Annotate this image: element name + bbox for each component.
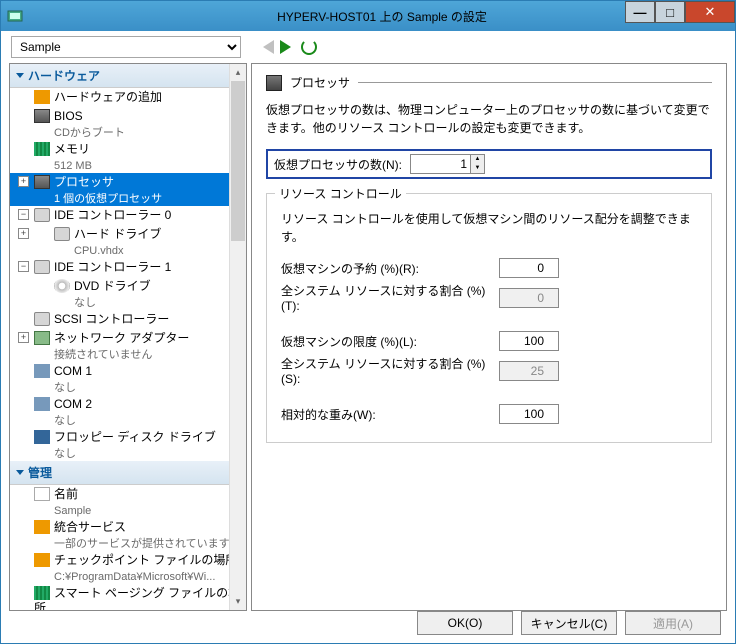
tree-bios-sub: CDからブート <box>10 126 246 140</box>
apply-button: 適用(A) <box>625 611 721 635</box>
cancel-button[interactable]: キャンセル(C) <box>521 611 617 635</box>
tree-integration-sub: 一部のサービスが提供されています <box>10 537 246 551</box>
tree-floppy[interactable]: フロッピー ディスク ドライブ <box>10 428 246 447</box>
scroll-up-icon[interactable]: ▴ <box>230 64 246 81</box>
tree-processor-sub: 1 個の仮想プロセッサ <box>10 192 246 206</box>
vproc-label: 仮想プロセッサの数(N): <box>274 156 402 173</box>
toolbar: Sample <box>1 31 735 63</box>
nav-back-icon[interactable] <box>263 40 274 54</box>
resource-description: リソース コントロールを使用して仮想マシン間のリソース配分を調整できます。 <box>281 210 697 246</box>
resource-control-group: リソース コントロール リソース コントロールを使用して仮想マシン間のリソース配… <box>266 193 712 443</box>
limit-total-label: 全システム リソースに対する割合 (%)(S): <box>281 355 491 386</box>
reserve-total-output <box>499 288 559 308</box>
section-title: プロセッサ <box>290 74 350 91</box>
nav-forward-icon[interactable] <box>280 40 291 54</box>
tree-network[interactable]: +ネットワーク アダプター <box>10 329 246 348</box>
tree-hdd[interactable]: +ハード ドライブ <box>10 225 246 244</box>
reserve-label: 仮想マシンの予約 (%)(R): <box>281 260 491 277</box>
section-description: 仮想プロセッサの数は、物理コンピューター上のプロセッサの数に基づいて変更できます… <box>266 101 712 137</box>
tree-com2[interactable]: COM 2 <box>10 395 246 414</box>
ok-button[interactable]: OK(O) <box>417 611 513 635</box>
tree-ide1[interactable]: −IDE コントローラー 1 <box>10 258 246 277</box>
tree-checkpoint-sub: C:¥ProgramData¥Microsoft¥Wi... <box>10 570 246 584</box>
tree-scrollbar[interactable]: ▴ ▾ <box>229 64 246 610</box>
limit-total-output <box>499 361 559 381</box>
reserve-total-label: 全システム リソースに対する割合 (%)(T): <box>281 282 491 313</box>
settings-tree[interactable]: ハードウェア ハードウェアの追加 BIOS CDからブート メモリ 512 MB… <box>9 63 247 611</box>
tree-com1[interactable]: COM 1 <box>10 362 246 381</box>
close-button[interactable]: ✕ <box>685 1 735 23</box>
vm-selector[interactable]: Sample <box>11 36 241 58</box>
scroll-thumb[interactable] <box>231 81 245 241</box>
tree-com1-sub: なし <box>10 381 246 395</box>
tree-network-sub: 接続されていません <box>10 348 246 362</box>
hardware-header: ハードウェア <box>10 64 246 88</box>
detail-panel: プロセッサ 仮想プロセッサの数は、物理コンピューター上のプロセッサの数に基づいて… <box>251 63 727 611</box>
tree-bios[interactable]: BIOS <box>10 107 246 126</box>
limit-label: 仮想マシンの限度 (%)(L): <box>281 333 491 350</box>
weight-label: 相対的な重み(W): <box>281 406 491 423</box>
collapse-icon[interactable]: − <box>18 209 29 220</box>
weight-input[interactable] <box>499 404 559 424</box>
tree-name-sub: Sample <box>10 504 246 518</box>
tree-processor[interactable]: +プロセッサ <box>10 173 246 192</box>
spinner-up-icon[interactable]: ▲ <box>471 155 484 164</box>
tree-dvd-sub: なし <box>10 296 246 310</box>
titlebar: HYPERV-HOST01 上の Sample の設定 — □ ✕ <box>1 1 735 31</box>
vproc-input[interactable] <box>411 155 470 173</box>
tree-name[interactable]: 名前 <box>10 485 246 504</box>
management-header: 管理 <box>10 461 246 485</box>
tree-ide0[interactable]: −IDE コントローラー 0 <box>10 206 246 225</box>
minimize-button[interactable]: — <box>625 1 655 23</box>
tree-memory-sub: 512 MB <box>10 159 246 173</box>
tree-paging[interactable]: スマート ページング ファイルの場所 <box>10 584 246 611</box>
tree-integration[interactable]: 統合サービス <box>10 518 246 537</box>
reserve-input[interactable] <box>499 258 559 278</box>
vproc-spinner[interactable]: ▲ ▼ <box>410 154 485 174</box>
spinner-down-icon[interactable]: ▼ <box>471 164 484 173</box>
expand-icon[interactable]: + <box>18 176 29 187</box>
tree-memory[interactable]: メモリ <box>10 140 246 159</box>
scroll-down-icon[interactable]: ▾ <box>230 593 246 610</box>
limit-input[interactable] <box>499 331 559 351</box>
expand-icon[interactable]: + <box>18 332 29 343</box>
tree-dvd[interactable]: DVD ドライブ <box>10 277 246 296</box>
tree-com2-sub: なし <box>10 414 246 428</box>
tree-floppy-sub: なし <box>10 447 246 461</box>
tree-scsi[interactable]: SCSI コントローラー <box>10 310 246 329</box>
refresh-icon[interactable] <box>301 39 317 55</box>
app-icon <box>7 8 23 24</box>
resource-group-title: リソース コントロール <box>275 185 406 202</box>
vproc-highlight: 仮想プロセッサの数(N): ▲ ▼ <box>266 149 712 179</box>
maximize-button[interactable]: □ <box>655 1 685 23</box>
expand-icon[interactable]: + <box>18 228 29 239</box>
collapse-icon[interactable]: − <box>18 261 29 272</box>
tree-checkpoint[interactable]: チェックポイント ファイルの場所 <box>10 551 246 570</box>
dialog-buttons: OK(O) キャンセル(C) 適用(A) <box>417 611 721 635</box>
tree-add-hardware[interactable]: ハードウェアの追加 <box>10 88 246 107</box>
processor-icon <box>266 75 282 91</box>
tree-hdd-sub: CPU.vhdx <box>10 244 246 258</box>
